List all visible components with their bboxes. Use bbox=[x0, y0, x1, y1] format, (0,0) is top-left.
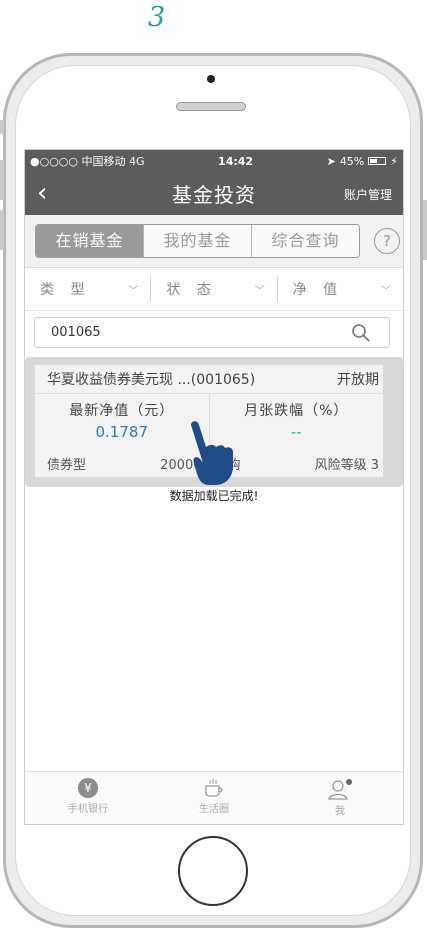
chevron-down-icon: ﹀ bbox=[380, 285, 391, 297]
nav-label: 最新净值（元） bbox=[69, 403, 175, 419]
filter-row: 类 型 ﹀ 状 态 ﹀ 净 值 ﹀ bbox=[25, 268, 403, 311]
search-icon[interactable] bbox=[351, 323, 371, 343]
fund-header: 华夏收益债券美元现 ...(001065) 开放期 bbox=[35, 365, 383, 394]
charging-icon: ⚡ bbox=[390, 154, 398, 168]
segmented-tabs: 在销基金 我的基金 综合查询 bbox=[35, 224, 360, 258]
chevron-down-icon: ﹀ bbox=[254, 285, 265, 297]
app-screen: ●○○○○ 中国移动 4G 14:42 ➤ 45% ⚡ ‹ 基金投资 账户管理 … bbox=[24, 149, 404, 825]
tab-combined-query[interactable]: 综合查询 bbox=[251, 225, 359, 257]
tab-my-funds[interactable]: 我的基金 bbox=[143, 225, 251, 257]
account-management-button[interactable]: 账户管理 bbox=[344, 186, 392, 203]
bottom-tab-label: 我 bbox=[335, 806, 345, 817]
filter-status-label: 状 态 bbox=[166, 282, 217, 298]
toast-message: 数据加载已完成! bbox=[169, 489, 259, 503]
change-label: 月张跌幅（%） bbox=[244, 403, 349, 419]
volume-down-button bbox=[0, 210, 4, 250]
search-value: 001065 bbox=[51, 325, 101, 340]
bottom-tab-mobile-bank[interactable]: ¥ 手机银行 bbox=[25, 772, 151, 824]
battery-percent: 45% bbox=[339, 154, 365, 168]
front-camera bbox=[207, 75, 215, 83]
tab-on-sale-funds[interactable]: 在销基金 bbox=[36, 225, 143, 257]
help-icon[interactable]: ? bbox=[374, 228, 400, 254]
back-button[interactable]: ‹ bbox=[37, 178, 47, 208]
fund-name: 华夏收益债券美元现 ...(001065) bbox=[47, 372, 256, 388]
tap-hand-icon bbox=[191, 421, 233, 485]
side-button bbox=[0, 120, 4, 134]
filter-status-dropdown[interactable]: 状 态 ﹀ bbox=[151, 276, 278, 302]
navigation-bar: ‹ 基金投资 账户管理 bbox=[25, 172, 403, 215]
yen-icon: ¥ bbox=[78, 778, 98, 798]
status-bar: ●○○○○ 中国移动 4G 14:42 ➤ 45% ⚡ bbox=[25, 150, 403, 172]
location-icon: ➤ bbox=[326, 154, 336, 168]
bottom-tab-me[interactable]: 我 bbox=[277, 772, 403, 824]
bottom-tab-label: 手机银行 bbox=[68, 804, 108, 815]
fund-risk-level: 风险等级 3 bbox=[314, 457, 379, 473]
coffee-icon bbox=[205, 779, 223, 797]
tabs-row: 在销基金 我的基金 综合查询 ? bbox=[25, 215, 403, 268]
power-button bbox=[423, 200, 427, 260]
bottom-tab-label: 生活圈 bbox=[199, 804, 229, 815]
fund-status: 开放期 bbox=[337, 372, 379, 388]
battery-icon bbox=[368, 157, 387, 165]
fund-type: 债券型 bbox=[47, 457, 87, 473]
step-number: 3 bbox=[148, 2, 166, 33]
volume-up-button bbox=[0, 160, 4, 200]
filter-type-dropdown[interactable]: 类 型 ﹀ bbox=[25, 276, 152, 302]
filter-nav-label: 净 值 bbox=[292, 282, 344, 298]
speaker-grille bbox=[176, 102, 246, 111]
nav-value: 0.1787 bbox=[95, 423, 149, 441]
chevron-down-icon: ﹀ bbox=[128, 285, 139, 297]
bottom-tab-bar: ¥ 手机银行 生活圈 我 bbox=[25, 771, 403, 824]
page-title: 基金投资 bbox=[172, 183, 256, 207]
filter-nav-dropdown[interactable]: 净 值 ﹀ bbox=[278, 276, 403, 302]
bottom-tab-life-circle[interactable]: 生活圈 bbox=[151, 772, 277, 824]
home-button[interactable] bbox=[178, 836, 248, 906]
filter-type-label: 类 型 bbox=[40, 282, 91, 298]
search-input[interactable]: 001065 bbox=[34, 317, 390, 348]
carrier-text: ●○○○○ 中国移动 4G bbox=[30, 155, 145, 168]
status-time: 14:42 bbox=[218, 154, 254, 168]
user-icon bbox=[328, 779, 352, 800]
